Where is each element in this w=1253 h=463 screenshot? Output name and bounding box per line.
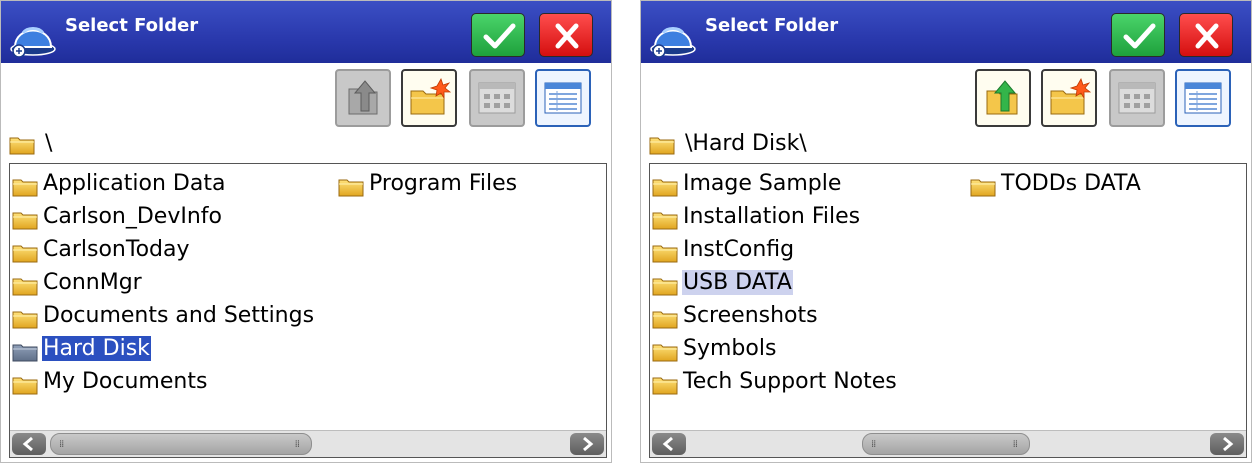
folder-label: CarlsonToday — [43, 237, 190, 262]
arrow-left-icon — [662, 436, 673, 452]
title-bar: Select Folder — [1, 1, 611, 63]
title-bar: Select Folder — [641, 1, 1251, 63]
ok-button[interactable] — [471, 13, 525, 57]
arrow-right-icon — [1223, 436, 1234, 452]
folder-icon — [12, 276, 38, 296]
icon-view-button[interactable] — [1109, 69, 1165, 127]
up-folder-button[interactable] — [975, 69, 1031, 127]
folder-icon — [652, 375, 678, 395]
scroll-left-button[interactable] — [652, 433, 686, 455]
folder-label: Hard Disk — [42, 336, 151, 361]
scroll-grip: ⁞⁞ — [871, 439, 876, 450]
folder-icon — [12, 375, 38, 395]
folder-label: Documents and Settings — [43, 303, 315, 328]
folder-label: Carlson_DevInfo — [43, 204, 222, 229]
ok-button[interactable] — [1111, 13, 1165, 57]
folder-toolbar — [335, 69, 595, 129]
up-folder-button[interactable] — [335, 69, 391, 127]
cancel-button[interactable] — [1179, 13, 1233, 57]
select-folder-dialog-1: Select Folder \ Application Data Carlson… — [0, 0, 612, 463]
details-view-button[interactable] — [1175, 69, 1231, 127]
arrow-right-icon — [583, 436, 594, 452]
folder-icon — [652, 276, 678, 296]
folder-icon — [338, 177, 364, 197]
icon-view-icon — [1118, 82, 1156, 114]
folder-label: Symbols — [683, 336, 777, 361]
icon-view-icon — [478, 82, 516, 114]
folder-icon — [9, 135, 35, 155]
new-folder-icon — [410, 78, 452, 115]
scroll-grip: ⁞⁞ — [59, 439, 64, 450]
folder-label: Program Files — [369, 171, 518, 196]
folder-list[interactable]: Image Sample Installation Files InstConf… — [649, 163, 1247, 458]
cancel-button[interactable] — [539, 13, 593, 57]
current-path: \Hard Disk\ — [649, 131, 1251, 161]
folder-icon — [652, 342, 678, 362]
path-label: \Hard Disk\ — [685, 131, 807, 156]
folder-icon — [12, 243, 38, 263]
folder-toolbar — [975, 69, 1235, 129]
horizontal-scrollbar[interactable]: ⁞⁞ ⁞⁞ — [650, 430, 1246, 457]
folder-label: Tech Support Notes — [683, 369, 897, 394]
close-icon — [555, 23, 579, 49]
arrow-left-icon — [22, 436, 33, 452]
scroll-grip: ⁞⁞ — [1012, 439, 1018, 450]
folder-label: My Documents — [43, 369, 208, 394]
checkmark-icon — [483, 23, 516, 49]
folder-icon — [12, 177, 38, 197]
folder-icon — [652, 177, 678, 197]
folder-label: InstConfig — [683, 237, 795, 262]
icon-view-button[interactable] — [469, 69, 525, 127]
folder-icon — [970, 177, 996, 197]
folder-icon — [649, 135, 675, 155]
dialog-title: Select Folder — [65, 15, 199, 36]
path-label: \ — [45, 131, 53, 156]
scroll-thumb[interactable]: ⁞⁞ ⁞⁞ — [50, 433, 312, 455]
hardhat-icon — [650, 27, 696, 57]
new-folder-button[interactable] — [1041, 69, 1097, 127]
folder-label: Application Data — [43, 171, 226, 196]
scroll-left-button[interactable] — [12, 433, 46, 455]
hardhat-icon — [10, 27, 56, 57]
scroll-thumb[interactable]: ⁞⁞ ⁞⁞ — [862, 433, 1030, 455]
checkmark-icon — [1123, 23, 1156, 49]
folder-icon — [12, 210, 38, 230]
dialog-title: Select Folder — [705, 15, 839, 36]
scroll-right-button[interactable] — [1210, 433, 1244, 455]
folder-icon — [12, 342, 38, 362]
folder-label: Installation Files — [683, 204, 861, 229]
folder-icon — [652, 309, 678, 329]
folder-label: TODDs DATA — [1001, 171, 1141, 196]
new-folder-button[interactable] — [401, 69, 457, 127]
details-view-icon — [1184, 82, 1222, 114]
current-path: \ — [9, 131, 611, 161]
folder-up-icon — [348, 80, 378, 115]
folder-icon — [12, 309, 38, 329]
details-view-icon — [544, 82, 582, 114]
folder-list[interactable]: Application Data Carlson_DevInfo Carlson… — [9, 163, 607, 458]
close-icon — [1195, 23, 1219, 49]
folder-icon — [652, 210, 678, 230]
scroll-grip: ⁞⁞ — [294, 439, 300, 450]
folder-icon — [652, 243, 678, 263]
folder-label: USB DATA — [682, 270, 793, 295]
folder-up-icon — [986, 80, 1018, 115]
folder-label: Screenshots — [683, 303, 818, 328]
details-view-button[interactable] — [535, 69, 591, 127]
select-folder-dialog-2: Select Folder \Hard Disk\ Image Sample I… — [640, 0, 1252, 463]
folder-label: ConnMgr — [43, 270, 142, 295]
scroll-right-button[interactable] — [570, 433, 604, 455]
folder-label: Image Sample — [683, 171, 842, 196]
horizontal-scrollbar[interactable]: ⁞⁞ ⁞⁞ — [10, 430, 606, 457]
new-folder-icon — [1050, 78, 1092, 115]
